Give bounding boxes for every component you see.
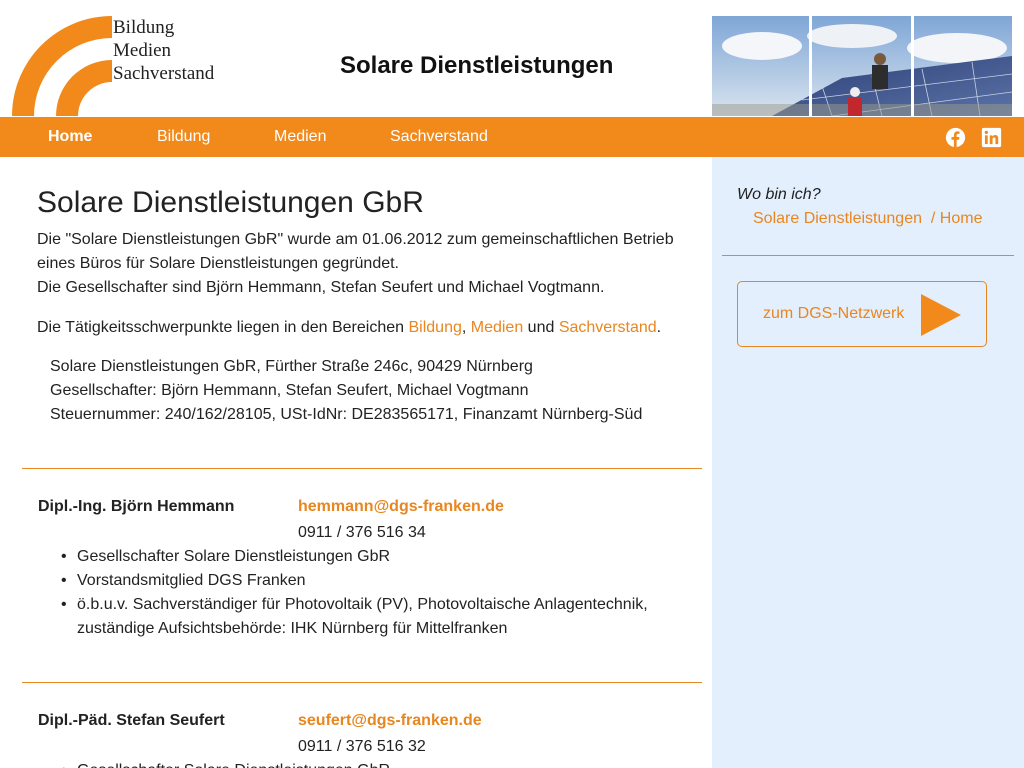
person-email-link[interactable]: hemmann@dgs-franken.de [298,498,504,516]
site-header: Bildung Medien Sachverstand Solare Diens… [0,0,1024,117]
list-item-line: zuständige Aufsichtsbehörde: IHK Nürnber… [77,620,508,637]
focus-prefix: Die Tätigkeitsschwerpunkte liegen in den… [37,319,409,336]
breadcrumb-item-home[interactable]: Home [940,210,983,227]
main-content: Solare Dienstleistungen GbR Die "Solare … [0,157,712,768]
link-bildung[interactable]: Bildung [408,319,461,336]
sidebar: Wo bin ich? Solare Dienstleistungen / Ho… [712,157,1024,768]
section-divider [22,468,702,469]
list-item: ö.b.u.v. Sachverständiger für Photovolta… [57,593,697,641]
list-item: Gesellschafter Solare Dienstleistungen G… [57,759,697,768]
nav-item-home[interactable]: Home [48,128,92,146]
tax-line: Steuernummer: 240/162/28105, USt-IdNr: D… [50,406,643,423]
header-solar-photo [712,16,1012,116]
breadcrumb-separator: / [930,210,936,227]
list-item: Vorstandsmitglied DGS Franken [57,569,697,593]
page-title: Solare Dienstleistungen GbR [37,186,424,219]
person-name: Dipl.-Ing. Björn Hemmann [38,498,235,515]
linkedin-icon[interactable] [981,127,1002,148]
logo-line-sachverstand: Sachverstand [113,63,215,84]
person-roles-list: Gesellschafter Solare Dienstleistungen G… [57,759,697,768]
list-item-line: ö.b.u.v. Sachverständiger für Photovolta… [77,596,648,613]
focus-areas-text: Die Tätigkeitsschwerpunkte liegen in den… [37,316,661,340]
person-email-link[interactable]: seufert@dgs-franken.de [298,712,482,730]
breadcrumb-label: Wo bin ich? [737,186,821,203]
intro-line-2: eines Büros für Solare Dienstleistungen … [37,255,399,272]
sidebar-divider [722,255,1014,256]
person-phone: 0911 / 376 516 34 [298,524,426,541]
nav-item-medien[interactable]: Medien [274,128,326,146]
nav-item-bildung[interactable]: Bildung [157,128,210,146]
company-address: Solare Dienstleistungen GbR, Fürther Str… [50,355,642,427]
list-item: Gesellschafter Solare Dienstleistungen G… [57,545,697,569]
breadcrumb: Solare Dienstleistungen / Home [753,210,982,228]
intro-line-1: Die "Solare Dienstleistungen GbR" wurde … [37,231,674,248]
site-title: Solare Dienstleistungen [340,52,614,79]
dgs-network-label: zum DGS-Netzwerk [763,305,905,322]
focus-sep-1: , [461,319,471,336]
logo-line-medien: Medien [113,40,172,61]
focus-sep-2: und [523,319,559,336]
nav-item-sachverstand[interactable]: Sachverstand [390,128,488,146]
section-divider [22,682,702,683]
logo-arcs-icon[interactable] [12,16,112,116]
link-sachverstand[interactable]: Sachverstand [559,319,657,336]
dgs-network-button[interactable]: zum DGS-Netzwerk [737,281,987,347]
focus-suffix: . [656,319,662,336]
logo-line-bildung: Bildung [113,17,175,38]
link-medien[interactable]: Medien [471,319,523,336]
person-phone: 0911 / 376 516 32 [298,738,426,755]
person-roles-list: Gesellschafter Solare Dienstleistungen G… [57,545,697,641]
main-navigation: Home Bildung Medien Sachverstand [0,117,1024,157]
address-line: Solare Dienstleistungen GbR, Fürther Str… [50,358,533,375]
breadcrumb-item-solare-dienstleistungen[interactable]: Solare Dienstleistungen [753,210,922,227]
facebook-icon[interactable] [945,127,966,148]
logo-text[interactable]: Bildung Medien Sachverstand [113,16,214,85]
person-name: Dipl.-Päd. Stefan Seufert [38,712,225,729]
play-arrow-icon [921,294,961,336]
intro-line-3: Die Gesellschafter sind Björn Hemmann, S… [37,279,605,296]
partners-line: Gesellschafter: Björn Hemmann, Stefan Se… [50,382,529,399]
